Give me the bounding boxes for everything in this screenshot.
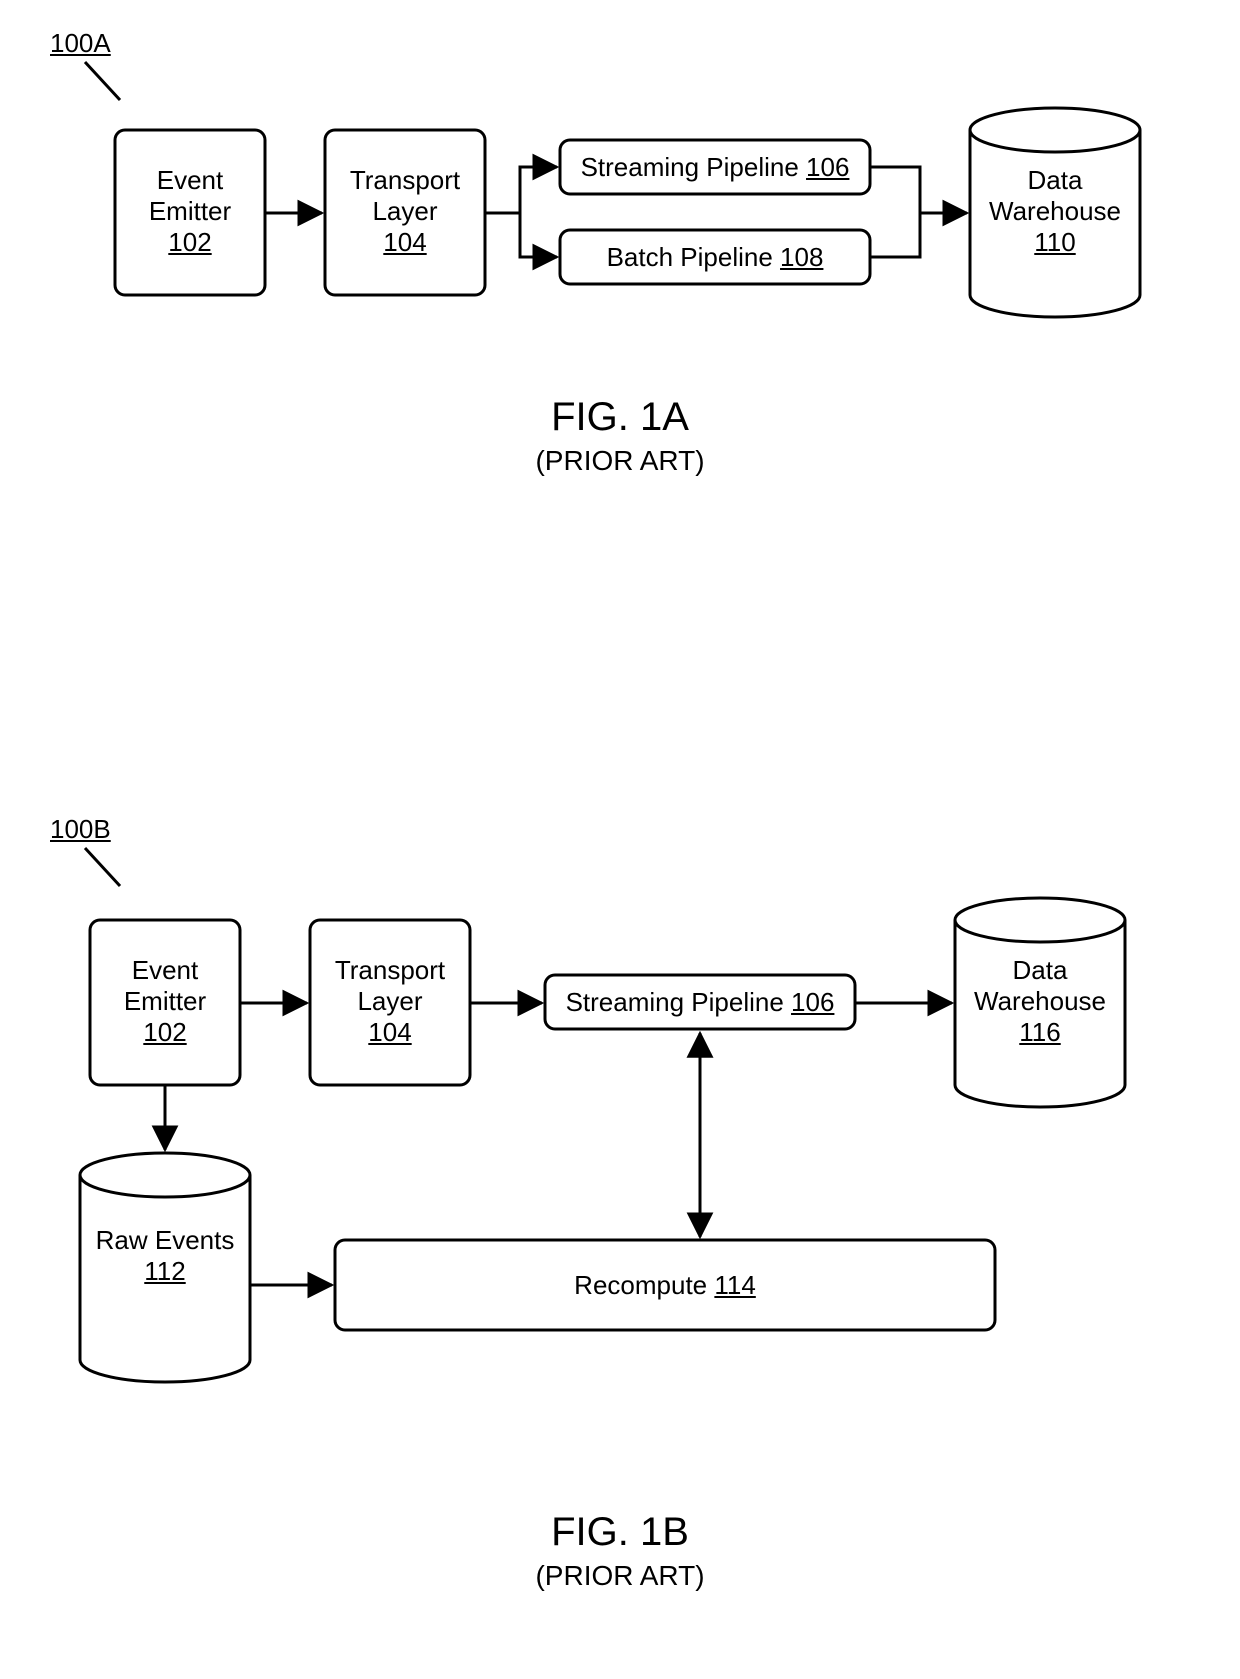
arrow-transport-to-batch-a [520, 213, 557, 257]
transport-layer-label-b: Transport Layer 104 [310, 955, 470, 1048]
event-emitter-label-a: Event Emitter 102 [115, 165, 265, 258]
arrow-transport-to-streaming-a [485, 167, 557, 213]
page: 100A [0, 0, 1240, 1679]
transport-layer-label-a: Transport Layer 104 [325, 165, 485, 258]
figB-title: FIG. 1B [0, 1510, 1240, 1555]
figB-ref: 100B [50, 814, 111, 845]
figA-subtitle: (PRIOR ART) [0, 445, 1240, 477]
figA-title: FIG. 1A [0, 395, 1240, 440]
raw-events-label-b: Raw Events 112 [80, 1225, 250, 1287]
data-warehouse-label-b: Data Warehouse 116 [955, 955, 1125, 1048]
recompute-label-b: Recompute 114 [335, 1270, 995, 1301]
data-warehouse-label-a: Data Warehouse 110 [970, 165, 1140, 258]
figB-subtitle: (PRIOR ART) [0, 1560, 1240, 1592]
batch-pipeline-label-a: Batch Pipeline 108 [560, 242, 870, 273]
streaming-pipeline-label-a: Streaming Pipeline 106 [560, 152, 870, 183]
streaming-pipeline-label-b: Streaming Pipeline 106 [545, 987, 855, 1018]
arrow-pipelines-to-warehouse-a [870, 167, 967, 213]
event-emitter-label-b: Event Emitter 102 [90, 955, 240, 1048]
